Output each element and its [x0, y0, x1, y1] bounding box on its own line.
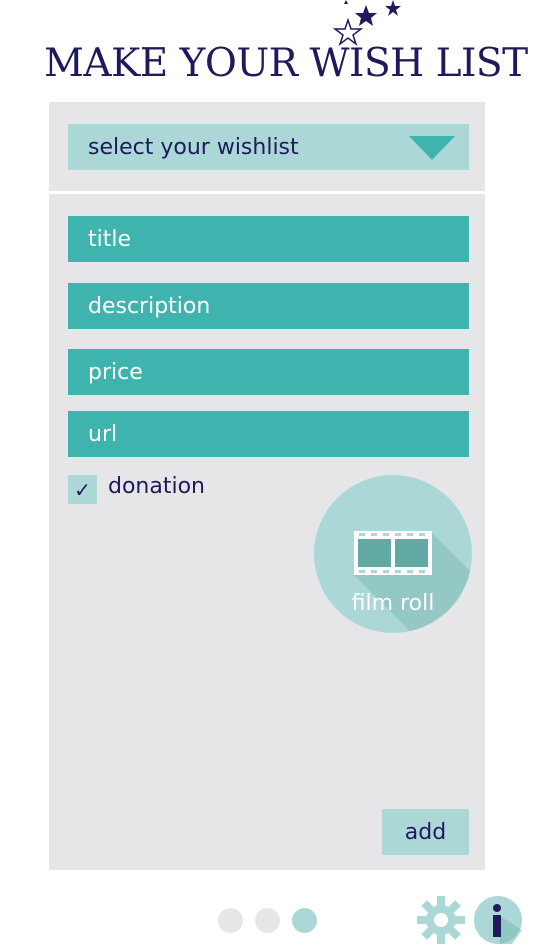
page-dot-3-active[interactable]	[292, 908, 317, 933]
wishlist-select-label: select your wishlist	[88, 134, 299, 160]
url-field	[68, 411, 469, 457]
price-input[interactable]	[88, 359, 469, 385]
wishlist-select[interactable]: select your wishlist	[68, 124, 469, 170]
price-field	[68, 349, 469, 395]
app-title: MAKE YOUR WISH LIST	[44, 41, 528, 86]
title-field	[68, 216, 469, 262]
page-indicator	[218, 908, 317, 933]
info-icon[interactable]	[474, 896, 522, 944]
donation-label: donation	[108, 474, 205, 499]
film-roll-button[interactable]: film roll	[314, 475, 472, 633]
checkmark-icon: ✓	[74, 477, 91, 502]
gear-icon[interactable]	[417, 896, 465, 944]
title-input[interactable]	[88, 226, 469, 252]
page-dot-1[interactable]	[218, 908, 243, 933]
film-roll-label: film roll	[351, 591, 435, 616]
add-button[interactable]: add	[382, 809, 469, 855]
dropdown-triangle-icon	[409, 136, 455, 160]
url-input[interactable]	[88, 421, 469, 447]
description-input[interactable]	[88, 293, 469, 319]
description-field	[68, 283, 469, 329]
donation-checkbox[interactable]: ✓	[68, 475, 97, 504]
header: MAKE YOUR WISH LIST	[0, 0, 534, 100]
page-dot-2[interactable]	[255, 908, 280, 933]
